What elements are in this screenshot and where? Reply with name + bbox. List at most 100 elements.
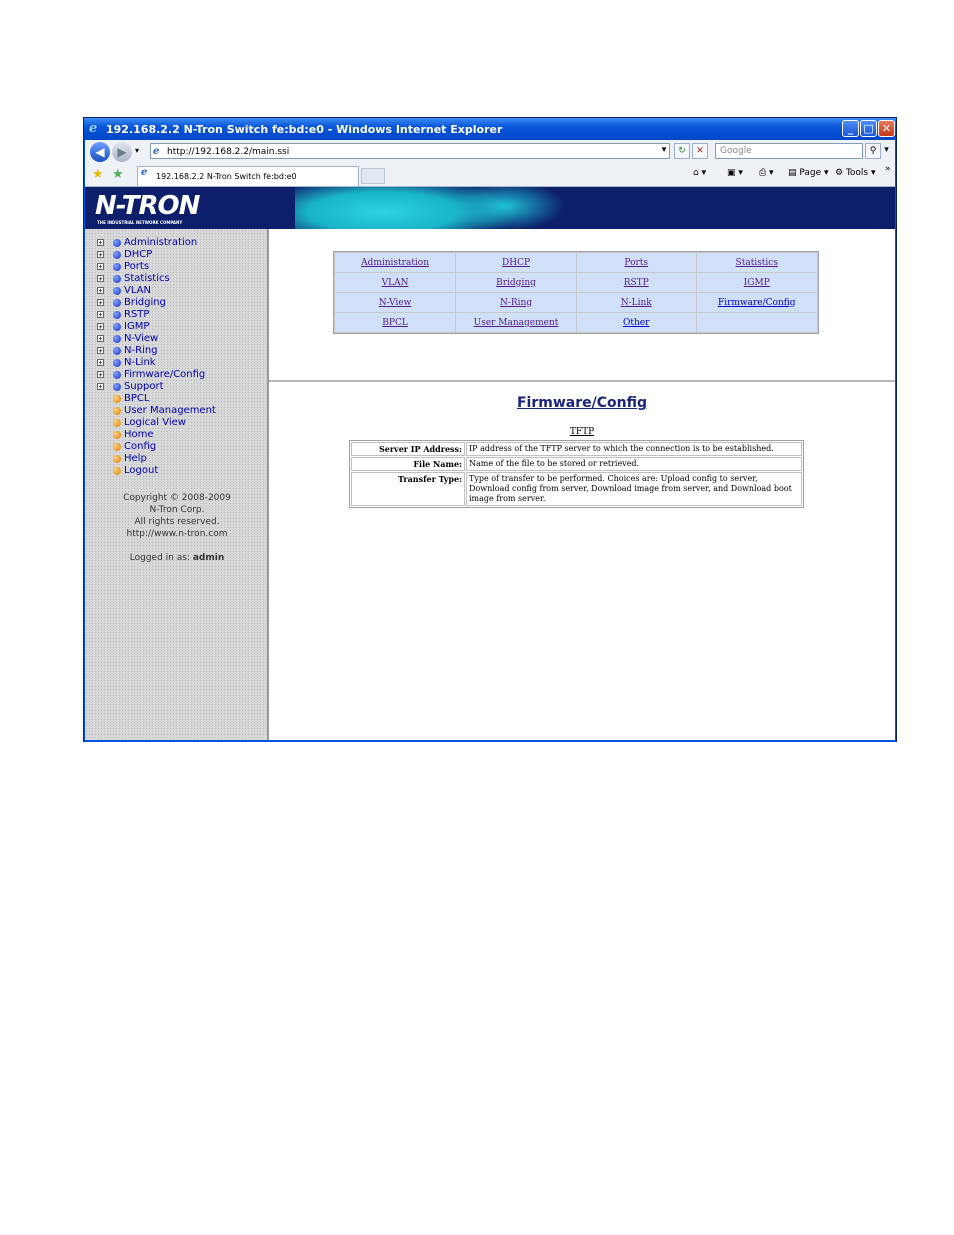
sidebar-item-label: N-Ring	[124, 345, 158, 356]
bullet-icon	[113, 299, 121, 307]
tab-current[interactable]: e 192.168.2.2 N-Tron Switch fe:bd:e0	[137, 166, 359, 186]
nav-link[interactable]: Bridging	[496, 278, 536, 288]
bullet-icon	[113, 455, 121, 463]
nav-grid-cell: Firmware/Config	[696, 293, 817, 312]
search-input[interactable]: Google	[715, 143, 863, 159]
history-dropdown-icon[interactable]: ▾	[135, 146, 139, 155]
field-name: File Name:	[351, 457, 465, 471]
nav-grid-cell: Administration	[335, 253, 456, 272]
company-text: N-Tron Corp.	[149, 505, 205, 515]
nav-link[interactable]: BPCL	[382, 318, 408, 328]
sidebar-item-label: Firmware/Config	[124, 369, 206, 380]
ntron-logo: N-TRON	[95, 191, 200, 221]
sidebar-item-label: Logout	[124, 465, 159, 476]
back-arrow-icon[interactable]: ◀	[90, 142, 110, 162]
nav-link[interactable]: RSTP	[624, 278, 649, 288]
stop-icon[interactable]: ✕	[692, 143, 708, 159]
favorites-star-icon[interactable]: ★	[92, 167, 104, 182]
expand-icon[interactable]: +	[97, 359, 104, 367]
expand-icon[interactable]: +	[97, 275, 104, 283]
page-menu-button[interactable]: ▤ Page ▾	[788, 168, 829, 178]
bullet-icon	[113, 311, 121, 319]
address-dropdown-icon[interactable]: ▾	[656, 143, 672, 159]
home-icon[interactable]: ⌂ ▾	[693, 168, 706, 178]
expand-icon[interactable]: +	[97, 299, 104, 307]
print-icon[interactable]: ⎙ ▾	[759, 168, 774, 178]
nav-grid-row: N-View N-Ring N-Link Firmware/Config	[335, 293, 817, 312]
sidebar-item-label: N-View	[124, 333, 159, 344]
nav-grid-cell: User Management	[456, 313, 576, 332]
nav-link[interactable]: Ports	[624, 258, 648, 268]
expand-icon[interactable]: +	[97, 239, 104, 247]
nav-grid-row: Administration DHCP Ports Statistics	[335, 253, 817, 272]
forward-arrow-icon[interactable]: ▶	[112, 142, 132, 162]
nav-link[interactable]: IGMP	[744, 278, 770, 288]
expand-icon[interactable]: +	[97, 347, 104, 355]
expand-icon[interactable]: +	[97, 335, 104, 343]
nav-link[interactable]: DHCP	[502, 258, 530, 268]
page-content: N-TRON THE INDUSTRIAL NETWORK COMPANY + A…	[85, 187, 895, 740]
bullet-icon	[113, 239, 121, 247]
refresh-icon[interactable]: ↻	[674, 143, 690, 159]
sidebar-item-label: Help	[124, 453, 147, 464]
banner: N-TRON THE INDUSTRIAL NETWORK COMPANY	[85, 187, 895, 229]
nav-grid-row: VLAN Bridging RSTP IGMP	[335, 273, 817, 292]
table-row: File Name: Name of the file to be stored …	[351, 457, 802, 471]
frame-divider[interactable]	[269, 380, 895, 382]
new-tab-button[interactable]	[361, 168, 385, 184]
sidebar-item-label: Support	[124, 381, 164, 392]
page-menu-label: Page	[799, 168, 822, 178]
search-icon[interactable]: ⚲	[865, 143, 881, 159]
nav-link[interactable]: Administration	[361, 258, 429, 268]
minimize-button[interactable]: _	[842, 120, 859, 137]
ie-logo-icon: e	[89, 121, 98, 136]
sidebar-item-label: Ports	[124, 261, 150, 272]
website-text: http://www.n-tron.com	[126, 529, 228, 539]
nav-grid-cell: N-Link	[576, 293, 696, 312]
field-description: IP address of the TFTP server to which t…	[466, 442, 802, 456]
nav-grid-cell: VLAN	[335, 273, 456, 292]
nav-link[interactable]: N-View	[379, 298, 412, 308]
nav-grid-cell	[696, 313, 817, 332]
maximize-button[interactable]: □	[860, 120, 877, 137]
logged-in-label: Logged in as:	[129, 553, 190, 563]
title-bar[interactable]: e 192.168.2.2 N-Tron Switch fe:bd:e0 - W…	[84, 118, 896, 140]
sidebar-item-label: User Management	[124, 405, 216, 416]
logo-tagline: THE INDUSTRIAL NETWORK COMPANY	[97, 220, 183, 225]
expand-icon[interactable]: +	[97, 251, 104, 259]
tools-menu-button[interactable]: ⚙ Tools ▾	[835, 168, 876, 178]
sidebar: + Administration + DHCP + Ports + Statistics + VL…	[85, 229, 269, 740]
sidebar-item-label: IGMP	[124, 321, 150, 332]
search-options-icon[interactable]: ▾	[882, 143, 891, 159]
bullet-icon	[113, 431, 121, 439]
expand-icon[interactable]: +	[97, 287, 104, 295]
expand-icon[interactable]: +	[97, 371, 104, 379]
nav-link[interactable]: Statistics	[736, 258, 778, 268]
nav-link[interactable]: VLAN	[382, 278, 409, 288]
address-input[interactable]: e http://192.168.2.2/main.ssi	[150, 143, 670, 159]
nav-link[interactable]: Firmware/Config	[718, 298, 796, 308]
bullet-icon	[113, 467, 121, 475]
expand-icon[interactable]: +	[97, 311, 104, 319]
add-favorites-icon[interactable]: ★	[112, 167, 124, 182]
expand-icon[interactable]: +	[97, 263, 104, 271]
chevron-more-icon[interactable]: »	[885, 164, 891, 174]
nav-link[interactable]: User Management	[474, 318, 559, 328]
expand-icon[interactable]: +	[97, 323, 104, 331]
nav-link[interactable]: N-Link	[621, 298, 652, 308]
nav-grid: Administration DHCP Ports Statistics VLAN Bri…	[333, 251, 819, 334]
sidebar-item-label: Administration	[124, 237, 198, 248]
sidebar-item-label: N-Link	[124, 357, 156, 368]
nav-link[interactable]: Other	[623, 318, 649, 328]
expand-icon[interactable]: +	[97, 383, 104, 391]
bullet-icon	[113, 335, 121, 343]
bullet-icon	[113, 443, 121, 451]
bullet-icon	[113, 323, 121, 331]
feeds-icon[interactable]: ▣ ▾	[727, 168, 743, 178]
rights-text: All rights reserved.	[134, 517, 220, 527]
close-button[interactable]: ✕	[878, 120, 895, 137]
tab-page-icon: e	[141, 167, 148, 178]
nav-grid-cell: Other	[576, 313, 696, 332]
address-url: http://192.168.2.2/main.ssi	[167, 147, 290, 157]
nav-link[interactable]: N-Ring	[500, 298, 532, 308]
